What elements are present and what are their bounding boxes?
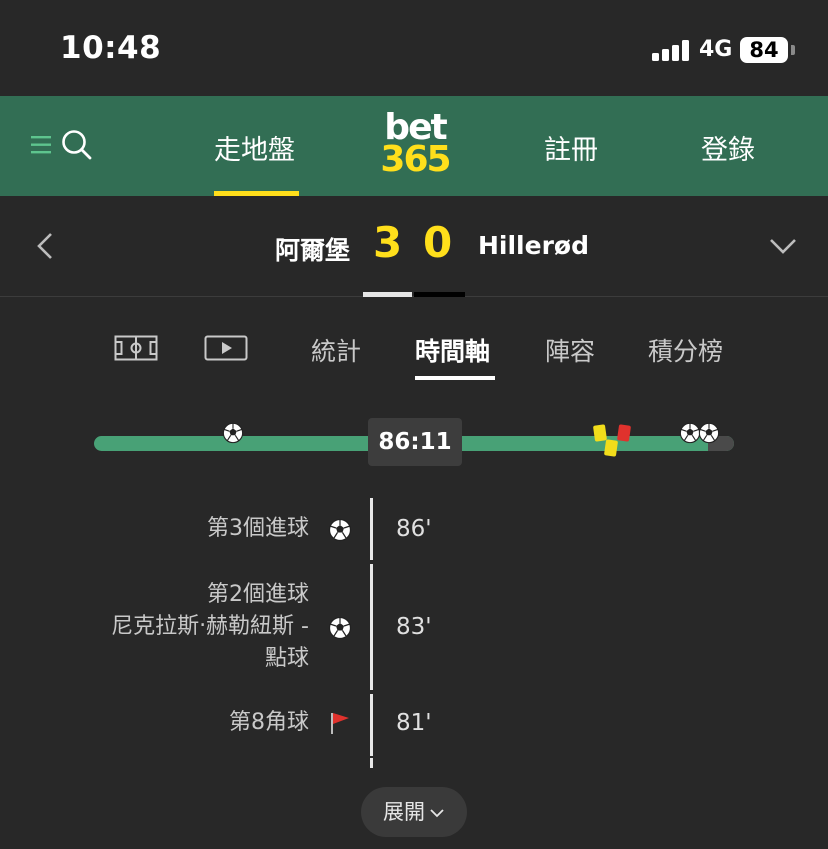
network-type: 4G	[699, 37, 733, 62]
yellow-card-icon[interactable]	[603, 439, 619, 457]
corner-flag-icon	[331, 713, 349, 734]
nav-in-play[interactable]: 走地盤	[214, 128, 295, 167]
tab-standings[interactable]: 積分榜	[648, 332, 723, 368]
timeline-divider	[370, 758, 373, 768]
event-time: 86'	[396, 516, 432, 542]
chevron-left-icon[interactable]	[34, 232, 56, 260]
signal-icon	[652, 39, 692, 61]
login-button[interactable]: 登錄	[701, 128, 755, 167]
status-time: 10:48	[60, 30, 162, 66]
red-card-icon[interactable]	[616, 424, 632, 442]
event-detail: 尼克拉斯‧赫勒紐斯 -	[111, 614, 309, 639]
event-detail: 點球	[264, 646, 309, 671]
chevron-down-icon	[430, 809, 444, 818]
tab-lineups[interactable]: 陣容	[545, 332, 595, 368]
away-team-name: Hillerød	[478, 231, 589, 260]
ball-icon[interactable]	[698, 422, 720, 444]
battery-tip	[791, 45, 795, 55]
register-button[interactable]: 註冊	[544, 128, 598, 167]
ball-icon	[328, 518, 352, 542]
timeline-divider	[370, 564, 373, 690]
match-clock: 86:11	[368, 418, 462, 466]
search-icon[interactable]	[60, 128, 94, 162]
ball-icon[interactable]	[222, 422, 244, 444]
bet365-logo[interactable]: bet 365	[379, 110, 451, 178]
tab-active-indicator	[415, 376, 495, 380]
match-header: 阿爾堡 3 0 Hillerød	[0, 196, 828, 297]
top-nav: 走地盤 bet 365 註冊 登錄	[0, 96, 828, 196]
event-time: 81'	[396, 710, 432, 736]
timeline-divider	[370, 498, 373, 560]
video-icon[interactable]	[204, 335, 248, 361]
event-title: 第2個進球	[207, 582, 309, 607]
home-score: 3	[373, 218, 403, 267]
ball-icon	[328, 616, 352, 640]
yellow-card-icon[interactable]	[592, 424, 608, 442]
tab-stats[interactable]: 統計	[311, 332, 361, 368]
logo-text-bottom: 365	[380, 139, 451, 180]
match-tabs: 統計 時間軸 陣容 積分榜	[0, 298, 828, 388]
home-team-name: 阿爾堡	[274, 236, 350, 265]
menu-icon[interactable]	[31, 133, 55, 157]
chevron-down-icon[interactable]	[769, 236, 797, 256]
expand-button[interactable]: 展開	[361, 787, 467, 837]
event-time: 83'	[396, 614, 432, 640]
status-bar: 10:48 4G 84	[0, 0, 828, 96]
battery-icon: 84	[740, 37, 788, 63]
event-title: 第3個進球	[207, 516, 309, 541]
tab-timeline[interactable]: 時間軸	[415, 332, 490, 368]
event-title: 第8角球	[229, 710, 309, 735]
away-team-indicator	[414, 292, 465, 297]
away-score: 0	[423, 218, 453, 267]
pitch-icon[interactable]	[114, 335, 158, 361]
home-team-indicator	[363, 292, 412, 297]
expand-button-label: 展開	[383, 800, 425, 824]
timeline-divider	[370, 694, 373, 756]
